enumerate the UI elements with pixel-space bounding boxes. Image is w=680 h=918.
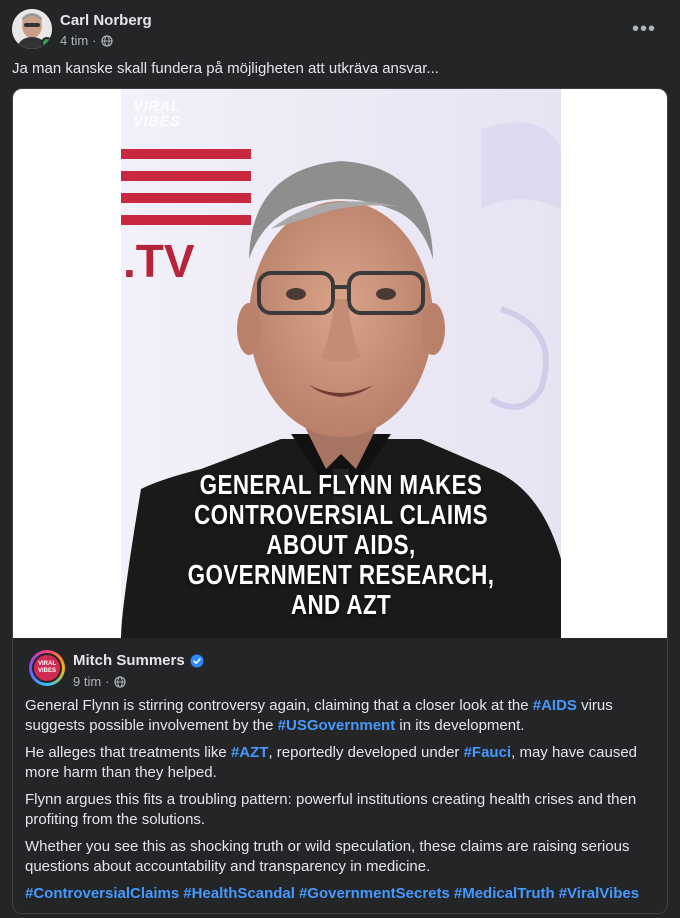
backdrop-text: .TV: [123, 235, 195, 287]
shared-post-body: VIRAL VIBES Mitch Summers 9 tim · Genera…: [13, 638, 667, 913]
shared-author-name[interactable]: Mitch Summers: [73, 652, 185, 670]
hashtag-link[interactable]: #HealthScandal: [183, 885, 295, 902]
online-status-dot: [41, 37, 52, 49]
hashtag-link[interactable]: #AZT: [231, 744, 269, 761]
p1-text-c: in its development.: [395, 717, 525, 734]
verified-badge-icon: [190, 654, 204, 668]
hashtag-link[interactable]: #Fauci: [464, 744, 512, 761]
hashtag-link[interactable]: #ControversialClaims: [25, 885, 179, 902]
hashtag-line: #ControversialClaims #HealthScandal #Gover…: [25, 884, 653, 904]
hashtag-link[interactable]: #ViralVibes: [559, 885, 639, 902]
headline-line-2: CONTROVERSIAL CLAIMS ABOUT AIDS,: [194, 499, 488, 560]
headline-line-1: GENERAL FLYNN MAKES: [199, 469, 483, 500]
headline-line-3: GOVERNMENT RESEARCH, AND AZT: [187, 559, 495, 620]
hashtag-link[interactable]: #AIDS: [533, 697, 577, 714]
shared-avatar-text: VIRAL VIBES: [34, 655, 60, 681]
shared-meta-separator: ·: [105, 674, 110, 689]
author-avatar[interactable]: [12, 9, 52, 49]
paragraph-1: General Flynn is stirring controversy ag…: [25, 696, 653, 736]
author-name[interactable]: Carl Norberg: [60, 12, 152, 30]
video-frame[interactable]: .TV VIRAL VIBES GENERAL FLYNN MAKES CONT…: [121, 89, 561, 638]
p2-text-a: He alleges that treatments like: [25, 744, 231, 761]
post-time[interactable]: 4 tim: [60, 33, 88, 49]
paragraph-4: Whether you see this as shocking truth o…: [25, 838, 630, 875]
shared-post-time[interactable]: 9 tim: [73, 674, 101, 689]
globe-icon: [100, 35, 113, 47]
meta-separator: ·: [92, 33, 97, 48]
shared-post-text: General Flynn is stirring controversy ag…: [25, 696, 653, 911]
video-media[interactable]: .TV VIRAL VIBES GENERAL FLYNN MAKES CONT…: [13, 89, 667, 638]
p1-text-a: General Flynn is stirring controversy ag…: [25, 697, 533, 714]
hashtag-link[interactable]: #GovernmentSecrets: [299, 885, 450, 902]
facebook-post: Carl Norberg 4 tim · ••• Ja man kanske s…: [0, 0, 680, 918]
paragraph-3: Flynn argues this fits a troubling patte…: [25, 791, 637, 828]
shared-post-header: VIRAL VIBES Mitch Summers 9 tim ·: [29, 650, 204, 689]
hashtag-link[interactable]: #MedicalTruth: [454, 885, 555, 902]
hashtag-link[interactable]: #USGovernment: [278, 717, 396, 734]
more-options-icon[interactable]: •••: [630, 15, 658, 43]
video-headline: GENERAL FLYNN MAKES CONTROVERSIAL CLAIMS…: [165, 470, 517, 620]
watermark-line-1: VIRAL: [133, 98, 181, 115]
watermark-line-2: VIBES: [133, 113, 181, 130]
paragraph-2: He alleges that treatments like #AZT, re…: [25, 743, 653, 783]
shared-post-card[interactable]: .TV VIRAL VIBES GENERAL FLYNN MAKES CONT…: [12, 88, 668, 914]
post-caption: Ja man kanske skall fundera på möjlighet…: [12, 60, 439, 77]
post-header: Carl Norberg 4 tim · •••: [12, 9, 668, 53]
globe-icon: [113, 675, 126, 688]
viral-vibes-watermark: VIRAL VIBES: [133, 99, 181, 129]
shared-author-avatar[interactable]: VIRAL VIBES: [29, 650, 65, 686]
post-meta: 4 tim ·: [60, 33, 152, 49]
p2-text-b: , reportedly developed under: [268, 744, 464, 761]
